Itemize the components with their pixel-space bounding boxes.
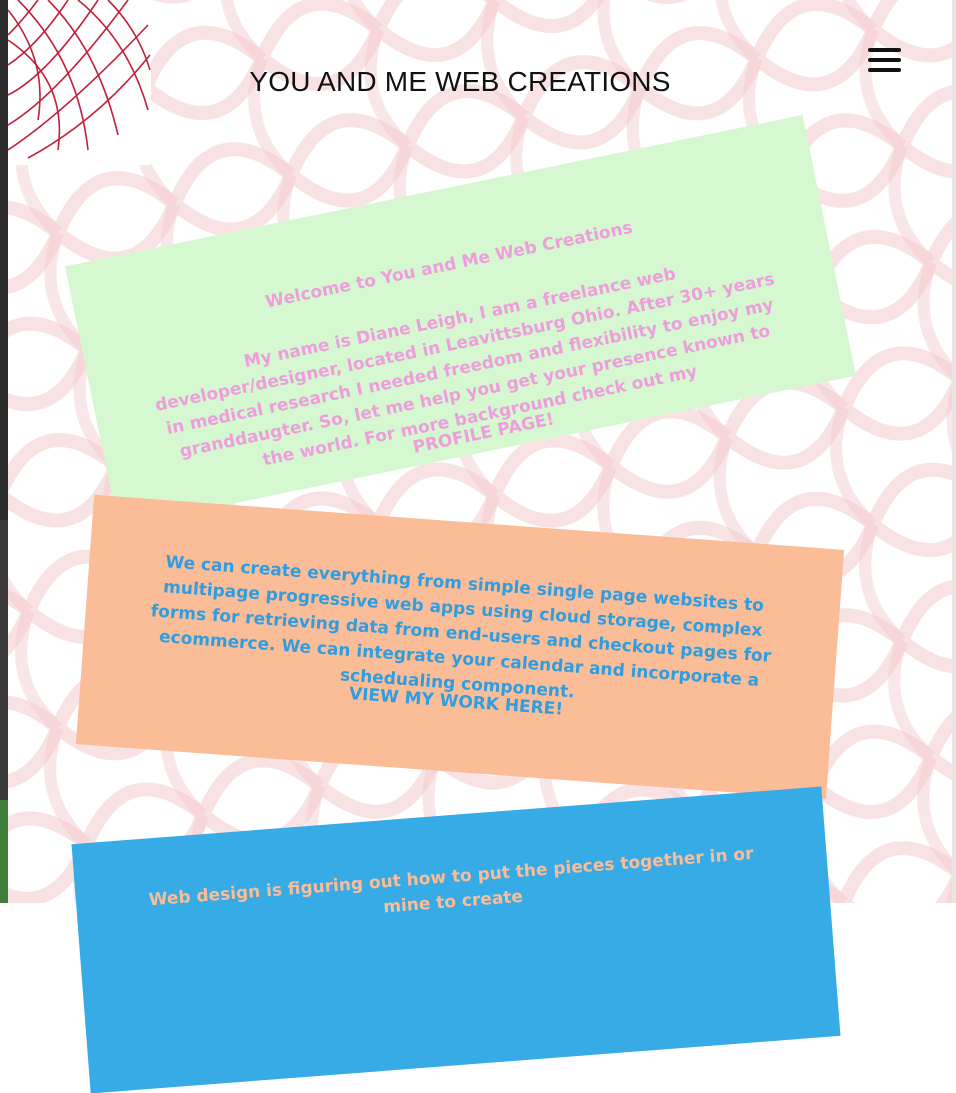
welcome-text: My name is Diane Leigh, I am a freelance… xyxy=(153,264,777,471)
welcome-panel: Welcome to You and Me Web Creations My n… xyxy=(64,115,857,527)
design-panel: Web design is figuring out how to put th… xyxy=(71,786,841,1093)
hamburger-menu-icon xyxy=(868,48,901,52)
scrollbar-track[interactable] xyxy=(952,0,956,903)
design-text: Web design is figuring out how to put th… xyxy=(133,841,771,940)
site-title: YOU AND ME WEB CREATIONS xyxy=(249,66,671,97)
services-panel: We can create everything from simple sin… xyxy=(75,494,845,800)
adjacent-window-strip xyxy=(0,0,8,903)
hamburger-menu-button[interactable] xyxy=(868,46,902,74)
